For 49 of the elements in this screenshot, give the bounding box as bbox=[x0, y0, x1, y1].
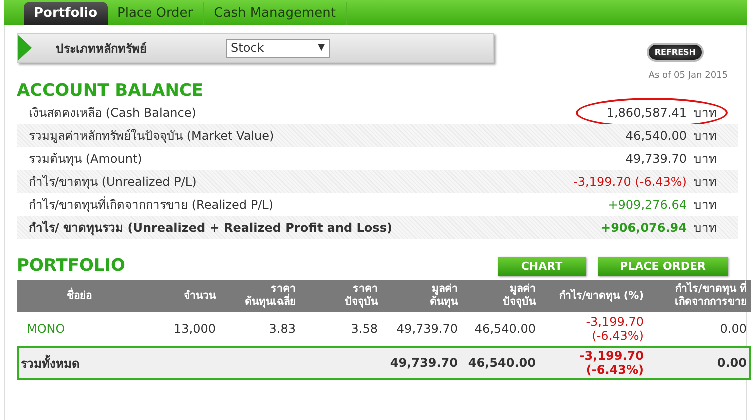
as-of-date: As of 05 Jan 2015 bbox=[648, 71, 728, 81]
balance-value: -3,199.70 (-6.43%) bbox=[574, 174, 687, 188]
table-cell: 49,739.70 bbox=[382, 346, 462, 380]
section-title: PORTFOLIO bbox=[17, 256, 126, 276]
currency-unit: บาท bbox=[694, 151, 718, 168]
balance-label: กำไร/ ขาดทุนรวม (Unrealized + Realized Profit and Loss) bbox=[29, 220, 394, 237]
table-cell: 3.58 bbox=[300, 312, 382, 346]
balance-value: 1,860,587.41 bbox=[606, 106, 687, 120]
triangle-icon bbox=[18, 35, 32, 61]
currency-unit: บาท bbox=[694, 128, 718, 145]
table-cell: 0.00 bbox=[648, 346, 751, 380]
table-cell: 46,540.00 bbox=[462, 346, 540, 380]
refresh-button[interactable]: REFRESH bbox=[646, 42, 704, 62]
column-header: ราคา ปัจจุบัน bbox=[300, 280, 382, 312]
filter-label: ประเภทหลักทรัพย์ bbox=[56, 40, 148, 58]
balance-label: รวมมูลค่าหลักทรัพย์ในปัจจุบัน (Market Value) bbox=[29, 128, 276, 145]
balance-label: กำไร/ขาดทุนที่เกิดจากการขาย (Realized P/L) bbox=[29, 196, 275, 214]
table-cell: -3,199.70 (-6.43%) bbox=[540, 346, 648, 380]
balance-label: กำไร/ขาดทุน (Unrealized P/L) bbox=[29, 174, 198, 191]
currency-unit: บาท bbox=[694, 174, 718, 191]
tab[interactable]: Cash Management bbox=[204, 2, 347, 25]
tab[interactable]: Place Order bbox=[108, 2, 204, 25]
symbol-link[interactable]: MONO bbox=[17, 312, 142, 346]
column-header: ราคา ต้นทุนเฉลี่ย bbox=[220, 280, 300, 312]
balance-value: 49,739.70 bbox=[626, 152, 687, 166]
currency-unit: บาท bbox=[694, 105, 718, 122]
table-cell: 13,000 bbox=[142, 312, 220, 346]
currency-unit: บาท bbox=[694, 220, 718, 237]
section-title: ACCOUNT BALANCE bbox=[17, 81, 205, 101]
table-cell: 0.00 bbox=[648, 312, 751, 346]
total-label: รวมทั้งหมด bbox=[17, 346, 382, 380]
balance-label: รวมต้นทุน (Amount) bbox=[29, 151, 144, 168]
column-header: จำนวน bbox=[142, 280, 220, 312]
column-header: มูลค่า ต้นทุน bbox=[382, 280, 462, 312]
column-header: กำไร/ขาดทุน (%) bbox=[540, 280, 648, 312]
column-header: มูลค่า ปัจจุบัน bbox=[462, 280, 540, 312]
column-header: ชื่อย่อ bbox=[17, 280, 142, 312]
currency-unit: บาท bbox=[694, 197, 718, 214]
column-header: กำไร/ขาดทุน ที่ เกิดจากการขาย bbox=[648, 280, 751, 312]
table-cell: 3.83 bbox=[220, 312, 300, 346]
tab[interactable]: Portfolio bbox=[24, 2, 108, 25]
balance-value: +909,276.64 bbox=[608, 198, 687, 212]
table-cell: 49,739.70 bbox=[382, 312, 462, 346]
table-cell: -3,199.70 (-6.43%) bbox=[540, 312, 648, 346]
balance-value: 46,540.00 bbox=[626, 128, 687, 142]
balance-value: +906,076.94 bbox=[601, 220, 687, 234]
security-type-select[interactable]: Stock ▼ bbox=[226, 38, 330, 58]
balance-label: เงินสดคงเหลือ (Cash Balance) bbox=[29, 105, 198, 122]
table-cell: 46,540.00 bbox=[462, 312, 540, 346]
